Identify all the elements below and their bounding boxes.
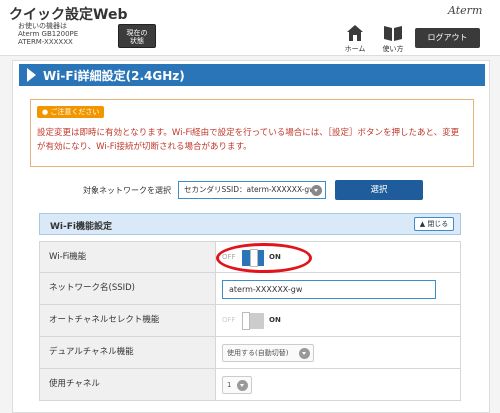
auto-channel-value: OFF ON bbox=[216, 305, 460, 336]
table-row: Wi-Fi機能 OFF ON bbox=[39, 241, 461, 273]
wifi-function-toggle[interactable]: OFF ON bbox=[216, 243, 312, 273]
notice-box: ● ご注意ください 設定変更は即時に有効となります。Wi-Fi経由で設定を行って… bbox=[30, 99, 474, 167]
device-ssid: ATERM-XXXXXX bbox=[18, 38, 73, 46]
table-row: オートチャネルセレクト機能 OFF ON bbox=[39, 305, 461, 337]
dual-channel-label: デュアルチャネル機能 bbox=[40, 337, 216, 368]
ssid-value: aterm-XXXXXX-gw bbox=[216, 273, 460, 304]
main-panel: Wi-Fi詳細設定(2.4GHz) ● ご注意ください 設定変更は即時に有効とな… bbox=[12, 60, 490, 413]
title-marker-icon bbox=[27, 68, 36, 82]
app-title: クイック設定Web bbox=[9, 7, 128, 23]
home-label: ホーム bbox=[344, 45, 366, 53]
close-section-label: 閉じる bbox=[427, 220, 449, 228]
howto-button[interactable]: 使い方 bbox=[378, 24, 408, 53]
dual-channel-select-value: 使用する(自動切替) bbox=[227, 349, 289, 357]
dual-channel-value: 使用する(自動切替) bbox=[216, 337, 460, 368]
table-row: 使用チャネル 1 bbox=[39, 369, 461, 401]
network-select[interactable]: セカンダリSSID：aterm-XXXXXX-gw bbox=[178, 181, 326, 199]
wifi-function-value: OFF ON bbox=[216, 242, 460, 273]
select-button[interactable]: 選択 bbox=[335, 180, 423, 200]
network-select-label: 対象ネットワークを選択 bbox=[83, 186, 171, 195]
notice-text: 設定変更は即時に有効となります。Wi-Fi経由で設定を行っている場合には、［設定… bbox=[37, 128, 460, 152]
toggle-thumb[interactable] bbox=[242, 312, 250, 330]
logout-button[interactable]: ログアウト bbox=[415, 28, 480, 48]
chevron-down-icon bbox=[237, 380, 248, 391]
aterm-logo: Aterm bbox=[448, 4, 483, 17]
table-row: ネットワーク名(SSID) aterm-XXXXXX-gw bbox=[39, 273, 461, 305]
toggle-on-label: ON bbox=[269, 316, 281, 324]
dual-channel-select[interactable]: 使用する(自動切替) bbox=[222, 344, 314, 362]
section-title: Wi-Fi機能設定 bbox=[50, 222, 112, 232]
chevron-down-icon bbox=[311, 185, 322, 196]
page-title-bar: Wi-Fi詳細設定(2.4GHz) bbox=[19, 64, 485, 86]
chevron-up-icon: ▲ bbox=[419, 220, 426, 228]
auto-channel-toggle[interactable]: OFF ON bbox=[222, 312, 282, 330]
home-icon bbox=[347, 25, 363, 41]
auto-channel-label: オートチャネルセレクト機能 bbox=[40, 305, 216, 336]
ssid-label: ネットワーク名(SSID) bbox=[40, 273, 216, 304]
channel-select-value: 1 bbox=[227, 381, 232, 389]
notice-badge-label: ご注意ください bbox=[50, 108, 100, 116]
notice-badge: ● ご注意ください bbox=[37, 106, 105, 118]
status-button-line2: 状態 bbox=[130, 37, 144, 45]
warning-icon: ● bbox=[42, 108, 49, 116]
wifi-function-section-header: Wi-Fi機能設定 ▲ 閉じる bbox=[39, 213, 461, 235]
device-info: お使いの機器は Aterm GB1200PE ATERM-XXXXXX bbox=[18, 22, 78, 46]
table-row: デュアルチャネル機能 使用する(自動切替) bbox=[39, 337, 461, 369]
status-button-line1: 現在の bbox=[126, 29, 148, 37]
red-highlight-ellipse bbox=[216, 243, 312, 273]
close-section-button[interactable]: ▲ 閉じる bbox=[414, 217, 454, 231]
current-status-button[interactable]: 現在の 状態 bbox=[118, 24, 156, 48]
device-model: Aterm GB1200PE bbox=[18, 30, 79, 38]
howto-label: 使い方 bbox=[382, 45, 404, 53]
header: クイック設定Web お使いの機器は Aterm GB1200PE ATERM-X… bbox=[0, 0, 500, 56]
chevron-down-icon bbox=[299, 348, 310, 359]
channel-value: 1 bbox=[216, 369, 460, 400]
settings-table: Wi-Fi機能 OFF ON ネットワーク名(SSID) aterm-XXXXX… bbox=[39, 241, 461, 401]
toggle-off-label: OFF bbox=[222, 316, 236, 324]
ssid-input[interactable]: aterm-XXXXXX-gw bbox=[222, 280, 436, 299]
book-icon bbox=[384, 26, 402, 41]
wifi-function-label: Wi-Fi機能 bbox=[40, 242, 216, 272]
device-caption: お使いの機器は bbox=[18, 22, 67, 30]
home-button[interactable]: ホーム bbox=[342, 24, 368, 53]
channel-label: 使用チャネル bbox=[40, 369, 216, 400]
network-select-value: セカンダリSSID：aterm-XXXXXX-gw bbox=[184, 185, 316, 194]
channel-select[interactable]: 1 bbox=[222, 376, 252, 394]
page-title: Wi-Fi詳細設定(2.4GHz) bbox=[43, 69, 185, 83]
